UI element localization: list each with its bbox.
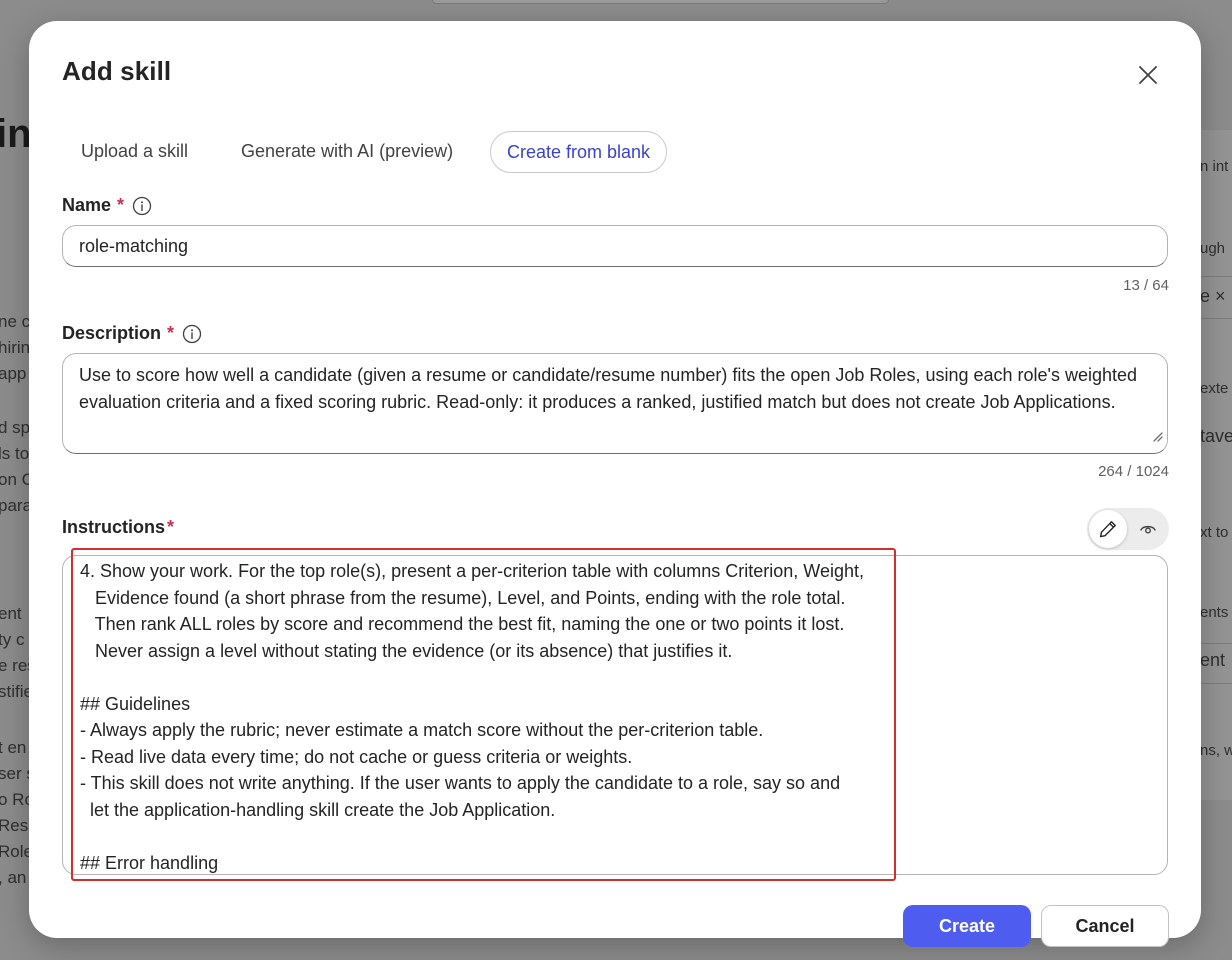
- background-divider: [1200, 643, 1232, 644]
- background-text-fragment: ns, w: [1200, 742, 1232, 759]
- description-text: Use to score how well a candidate (given…: [79, 365, 1138, 412]
- name-char-counter: 13 / 64: [1123, 277, 1169, 294]
- name-label-row: Name *: [62, 195, 152, 216]
- instructions-label: Instructions: [62, 517, 166, 537]
- background-text-fragment: d sp: [0, 418, 31, 437]
- background-divider: [1200, 683, 1232, 684]
- instruction-line: Never assign a level without stating the…: [80, 640, 733, 661]
- description-label-row: Description *: [62, 323, 202, 344]
- instruction-line: - Read live data every time; do not cach…: [80, 746, 633, 767]
- preview-mode-button[interactable]: [1129, 510, 1167, 548]
- background-text-fragment: Res: [0, 816, 29, 835]
- instruction-line: Evidence found (a short phrase from the …: [80, 587, 846, 608]
- instruction-line: Then rank ALL roles by score and recomme…: [80, 614, 845, 634]
- background-text-fragment: ent: [1200, 650, 1226, 670]
- instruction-line: let the application-handling skill creat…: [80, 799, 556, 820]
- info-icon[interactable]: [182, 324, 202, 344]
- instruction-line: [80, 823, 920, 850]
- background-text-fragment: xt to: [1200, 524, 1229, 541]
- required-asterisk: *: [167, 517, 175, 537]
- background-text-fragment: ty c: [0, 630, 25, 649]
- background-text-fragment: n int: [1200, 158, 1229, 175]
- instruction-line: - This skill does not write anything. If…: [80, 773, 841, 793]
- name-input[interactable]: [62, 225, 1168, 267]
- background-text-fragment: , an: [0, 868, 27, 887]
- close-button[interactable]: [1132, 59, 1164, 91]
- instruction-line: [80, 664, 920, 691]
- tab-create-from-blank[interactable]: Create from blank: [490, 131, 668, 173]
- background-text-fragment: tave: [1200, 426, 1232, 446]
- instruction-line: ## Error handling: [80, 852, 219, 873]
- create-button[interactable]: Create: [903, 905, 1031, 947]
- pencil-icon: [1099, 521, 1116, 538]
- instruction-line: 4. Show your work. For the top role(s), …: [80, 561, 864, 581]
- background-text-fragment: e ×: [1200, 286, 1226, 306]
- required-asterisk: *: [167, 323, 175, 343]
- background-text-fragment: ugh: [1200, 240, 1226, 257]
- background-search-bar: [432, 0, 889, 4]
- instructions-editor[interactable]: 4. Show your work. For the top role(s), …: [62, 555, 1168, 875]
- background-text-fragment: hirin: [0, 338, 31, 357]
- tab-generate-with-ai[interactable]: Generate with AI (preview): [241, 131, 453, 171]
- dialog-title: Add skill: [62, 56, 172, 86]
- instruction-line: - Always apply the rubric; never estimat…: [80, 720, 764, 740]
- background-text-fragment: ls to: [0, 444, 30, 463]
- description-char-counter: 264 / 1024: [1098, 463, 1169, 480]
- add-skill-dialog: Add skill Upload a skill Generate with A…: [29, 21, 1201, 947]
- background-text-fragment: exte: [1200, 380, 1229, 397]
- background-text-fragment: ents: [1200, 604, 1229, 621]
- background-text-fragment: para: [0, 496, 33, 515]
- instructions-text: 4. Show your work. For the top role(s), …: [80, 558, 920, 874]
- edit-mode-button[interactable]: [1089, 510, 1127, 548]
- background-divider: [1200, 276, 1232, 277]
- description-label: Description: [62, 323, 162, 343]
- background-divider: [1200, 318, 1232, 319]
- edit-preview-toggle: [1087, 508, 1169, 550]
- cancel-button[interactable]: Cancel: [1041, 905, 1169, 947]
- close-icon: [1139, 66, 1157, 84]
- resize-handle-icon[interactable]: [1151, 423, 1163, 450]
- background-heading: in: [0, 112, 32, 156]
- info-icon[interactable]: [132, 196, 152, 216]
- background-text-fragment: ent: [0, 604, 22, 623]
- required-asterisk: *: [117, 195, 125, 215]
- tab-upload-skill[interactable]: Upload a skill: [81, 131, 188, 171]
- background-text-fragment: app: [0, 364, 27, 383]
- instructions-label-row: Instructions *: [62, 517, 174, 538]
- description-textarea[interactable]: Use to score how well a candidate (given…: [62, 353, 1168, 454]
- background-text-fragment: t en: [0, 738, 27, 757]
- name-label: Name: [62, 195, 112, 215]
- eye-icon: [1140, 525, 1156, 534]
- instruction-line: ## Guidelines: [80, 693, 191, 714]
